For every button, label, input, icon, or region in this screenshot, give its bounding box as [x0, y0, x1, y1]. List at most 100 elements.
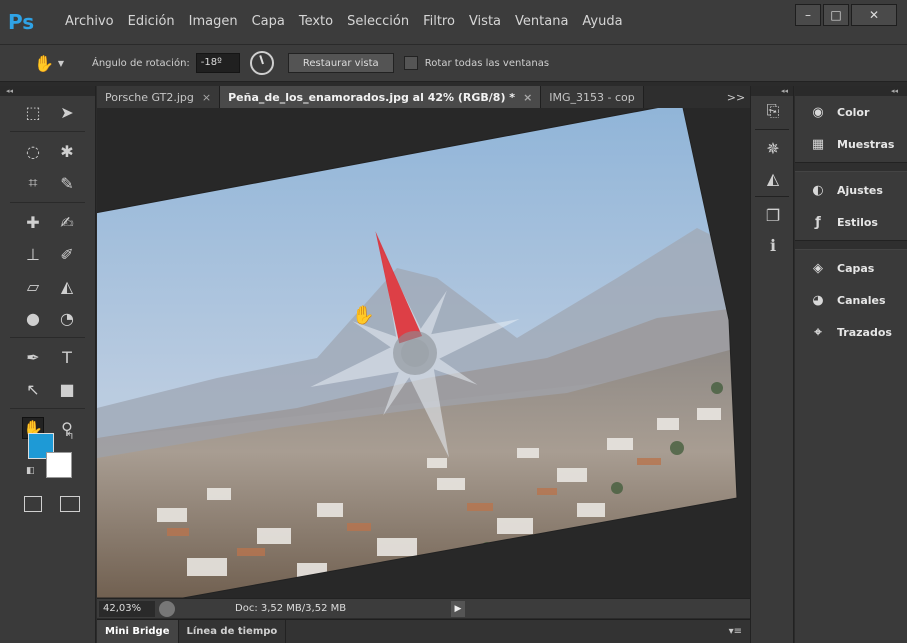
- tab-mini-bridge[interactable]: Mini Bridge: [97, 619, 179, 643]
- reset-view-button[interactable]: Restaurar vista: [287, 53, 394, 73]
- icon-strip-collapse[interactable]: ◂◂: [751, 86, 793, 96]
- document-canvas[interactable]: ✋: [97, 108, 750, 598]
- document-tab-label: Porsche GT2.jpg: [105, 90, 194, 104]
- panel-estilos[interactable]: ƒ Estilos: [795, 206, 907, 238]
- histogram-icon[interactable]: ◭: [751, 163, 795, 193]
- screen-mode-icon[interactable]: [60, 496, 80, 512]
- document-tab-list: Porsche GT2.jpg × Peña_de_los_enamorados.j…: [97, 86, 644, 108]
- dodge-icon[interactable]: ◔: [56, 307, 78, 329]
- tool-grid: ⬚ ➤ ◌ ✱ ⌗ ✎ ✚ ✍ ⊥ ✐ ▱ ◭ ● ◔ ✒ T ↖ ■ ✋ ⚲: [0, 96, 95, 444]
- document-tab[interactable]: Porsche GT2.jpg ×: [97, 86, 221, 108]
- type-icon[interactable]: T: [56, 346, 78, 368]
- background-color-swatch[interactable]: [46, 452, 72, 478]
- default-colors-icon[interactable]: ◧: [26, 466, 38, 478]
- menu-archivo[interactable]: Archivo: [58, 0, 121, 44]
- rotate-all-windows-checkbox[interactable]: [403, 56, 418, 70]
- panel-label: Canales: [837, 293, 886, 307]
- lasso-icon[interactable]: ◌: [22, 140, 44, 162]
- eyedropper-icon[interactable]: ✎: [56, 172, 78, 194]
- tab-timeline[interactable]: Línea de tiempo: [179, 619, 287, 643]
- history-icon[interactable]: ⎘: [751, 96, 795, 126]
- tool-separator: [10, 337, 85, 338]
- menu-capa[interactable]: Capa: [245, 0, 292, 44]
- status-icon[interactable]: [159, 600, 175, 617]
- document-size-info: Doc: 3,52 MB/3,52 MB: [235, 603, 347, 614]
- move-icon[interactable]: ➤: [56, 101, 78, 123]
- tool-row: ▱ ◭: [22, 270, 95, 302]
- tabs-overflow-button[interactable]: >>: [722, 86, 750, 108]
- panel-label: Trazados: [837, 325, 892, 339]
- status-menu-arrow[interactable]: ▶: [451, 600, 465, 617]
- panel-label: Estilos: [837, 215, 878, 229]
- tool-separator: [10, 408, 85, 409]
- magic-wand-icon[interactable]: ✱: [56, 140, 78, 162]
- paint-bucket-icon[interactable]: ◭: [56, 275, 78, 297]
- crop-icon[interactable]: ⌗: [22, 172, 44, 194]
- swatches-icon: ▦: [811, 136, 825, 152]
- main-menu: Archivo Edición Imagen Capa Texto Selección Fi…: [58, 0, 630, 44]
- maximize-button[interactable]: □: [823, 4, 849, 26]
- panel-dock-collapse[interactable]: ◂◂: [795, 86, 907, 96]
- swap-colors-icon[interactable]: ↰: [66, 431, 74, 442]
- panel-dock: ◂◂ ◉ Color ▦ Muestras ◐ Ajustes ƒ Estilos ◈ Capas…: [795, 86, 907, 643]
- layer-comps-icon[interactable]: ❐: [751, 200, 795, 230]
- marquee-icon[interactable]: ⬚: [22, 101, 44, 123]
- panel-muestras[interactable]: ▦ Muestras: [795, 128, 907, 160]
- strip-separator: [755, 129, 789, 130]
- pen-icon[interactable]: ✒: [22, 346, 44, 368]
- panel-groups: ◉ Color ▦ Muestras ◐ Ajustes ƒ Estilos ◈ Capas ◕ Ca…: [795, 96, 907, 348]
- menu-filtro[interactable]: Filtro: [416, 0, 462, 44]
- tool-separator: [10, 131, 85, 132]
- info-icon[interactable]: ℹ: [751, 230, 795, 260]
- close-tab-icon[interactable]: ×: [202, 91, 211, 104]
- panel-group-separator: [795, 240, 907, 250]
- rotation-angle-input[interactable]: -18º: [195, 53, 240, 73]
- menu-ventana[interactable]: Ventana: [508, 0, 575, 44]
- tool-preset-picker[interactable]: ✋ ▼: [34, 50, 74, 76]
- menu-edicion[interactable]: Edición: [121, 0, 182, 44]
- path-selection-icon[interactable]: ↖: [22, 378, 44, 400]
- options-bar: ✋ ▼ Ángulo de rotación: -18º Restaurar v…: [0, 44, 907, 82]
- adjustments-icon: ◐: [812, 182, 824, 198]
- rectangle-icon[interactable]: ■: [56, 378, 78, 400]
- healing-brush-icon[interactable]: ✚: [22, 211, 44, 233]
- panel-canales[interactable]: ◕ Canales: [795, 284, 907, 316]
- navigator-icon[interactable]: ✵: [751, 133, 795, 163]
- menu-imagen[interactable]: Imagen: [182, 0, 245, 44]
- strip-separator: [755, 196, 789, 197]
- blur-icon[interactable]: ●: [22, 307, 44, 329]
- document-tab[interactable]: Peña_de_los_enamorados.jpg al 42% (RGB/8…: [220, 86, 542, 108]
- history-brush-icon[interactable]: ✐: [56, 243, 78, 265]
- panel-capas[interactable]: ◈ Capas: [795, 252, 907, 284]
- panel-label: Color: [837, 105, 870, 119]
- menu-ayuda[interactable]: Ayuda: [575, 0, 629, 44]
- panel-color[interactable]: ◉ Color: [795, 96, 907, 128]
- tools-panel-collapse[interactable]: ◂◂: [0, 86, 95, 96]
- rotation-dial[interactable]: [249, 51, 274, 75]
- chevron-down-icon: ▼: [57, 58, 65, 68]
- tool-row: ⌗ ✎: [22, 167, 95, 199]
- rotated-image[interactable]: ✋: [97, 108, 750, 598]
- menu-vista[interactable]: Vista: [462, 0, 508, 44]
- hand-cursor-icon: ✋: [352, 304, 374, 326]
- clone-stamp-icon[interactable]: ⊥: [22, 243, 44, 265]
- close-tab-icon[interactable]: ×: [523, 91, 532, 104]
- panel-menu-icon[interactable]: ▾≡: [729, 626, 742, 637]
- photoshop-logo: Ps: [8, 10, 35, 34]
- panel-trazados[interactable]: ⌖ Trazados: [795, 316, 907, 348]
- close-window-button[interactable]: ✕: [851, 4, 897, 26]
- panel-group-separator: [795, 162, 907, 172]
- document-tab[interactable]: IMG_3153 - cop: [541, 86, 644, 108]
- zoom-level-field[interactable]: 42,03%: [99, 600, 155, 617]
- tool-row: ✒ T: [22, 341, 95, 373]
- menu-seleccion[interactable]: Selección: [340, 0, 416, 44]
- quick-mask-icon[interactable]: [24, 496, 42, 512]
- tool-row: ⬚ ➤: [22, 96, 95, 128]
- tool-separator: [10, 202, 85, 203]
- panel-ajustes[interactable]: ◐ Ajustes: [795, 174, 907, 206]
- color-icon: ◉: [812, 104, 824, 120]
- menu-texto[interactable]: Texto: [292, 0, 340, 44]
- brush-icon[interactable]: ✍: [56, 211, 78, 233]
- minimize-button[interactable]: –: [795, 4, 821, 26]
- eraser-icon[interactable]: ▱: [22, 275, 44, 297]
